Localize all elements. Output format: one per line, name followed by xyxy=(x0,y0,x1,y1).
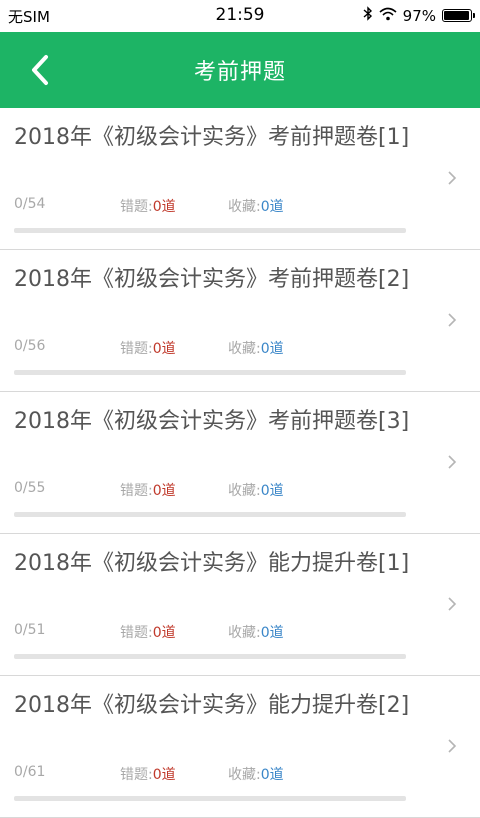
list-item[interactable]: 2018年《初级会计实务》考前押题卷[1] 0/54 错题:0道 收藏:0道 xyxy=(0,108,480,250)
exam-meta: 0/61 错题:0道 收藏:0道 xyxy=(14,764,284,784)
favorite-value: 0道 xyxy=(260,625,284,641)
chevron-right-icon xyxy=(448,597,457,611)
exam-meta: 0/51 错题:0道 收藏:0道 xyxy=(14,622,284,642)
wrong-value: 0道 xyxy=(152,767,176,783)
progress-bar xyxy=(14,370,406,375)
chevron-right-icon xyxy=(448,455,457,469)
exam-title: 2018年《初级会计实务》考前押题卷[2] xyxy=(14,267,410,292)
favorite-count: 收藏:0道 xyxy=(228,196,284,216)
wrong-value: 0道 xyxy=(152,199,176,215)
favorite-label: 收藏: xyxy=(228,767,261,783)
battery-icon xyxy=(442,9,475,22)
exam-title: 2018年《初级会计实务》能力提升卷[2] xyxy=(14,693,410,718)
exam-meta: 0/54 错题:0道 收藏:0道 xyxy=(14,196,284,216)
wrong-count: 错题:0道 xyxy=(120,480,228,500)
exam-title: 2018年《初级会计实务》考前押题卷[1] xyxy=(14,125,410,150)
progress-bar xyxy=(14,228,406,233)
chevron-right-icon xyxy=(448,313,457,327)
chevron-right-icon xyxy=(448,739,457,753)
exam-meta: 0/56 错题:0道 收藏:0道 xyxy=(14,338,284,358)
favorite-value: 0道 xyxy=(260,483,284,499)
progress-bar xyxy=(14,796,406,801)
wrong-label: 错题: xyxy=(120,767,153,783)
favorite-count: 收藏:0道 xyxy=(228,338,284,358)
progress-count: 0/61 xyxy=(14,764,46,780)
progress-bar xyxy=(14,512,406,517)
exam-title: 2018年《初级会计实务》能力提升卷[1] xyxy=(14,551,410,576)
wrong-label: 错题: xyxy=(120,483,153,499)
wrong-label: 错题: xyxy=(120,625,153,641)
progress-count: 0/51 xyxy=(14,622,46,638)
list-item[interactable]: 2018年《初级会计实务》能力提升卷[2] 0/61 错题:0道 收藏:0道 xyxy=(0,676,480,818)
battery-percent: 97% xyxy=(402,6,436,25)
wrong-count: 错题:0道 xyxy=(120,196,228,216)
wrong-count: 错题:0道 xyxy=(120,338,228,358)
page-title: 考前押题 xyxy=(193,60,286,85)
wrong-value: 0道 xyxy=(152,483,176,499)
wifi-icon xyxy=(379,7,397,25)
exam-title: 2018年《初级会计实务》考前押题卷[3] xyxy=(14,409,410,434)
favorite-label: 收藏: xyxy=(228,625,261,641)
progress-bar xyxy=(14,654,406,659)
favorite-label: 收藏: xyxy=(228,341,261,357)
status-icons: 97% xyxy=(363,6,475,25)
wrong-value: 0道 xyxy=(152,625,176,641)
favorite-label: 收藏: xyxy=(228,483,261,499)
wrong-label: 错题: xyxy=(120,341,153,357)
list-item[interactable]: 2018年《初级会计实务》能力提升卷[1] 0/51 错题:0道 收藏:0道 xyxy=(0,534,480,676)
favorite-value: 0道 xyxy=(260,341,284,357)
list-item[interactable]: 2018年《初级会计实务》考前押题卷[2] 0/56 错题:0道 收藏:0道 xyxy=(0,250,480,392)
wrong-count: 错题:0道 xyxy=(120,622,228,642)
header-bar: 考前押题 xyxy=(0,32,480,108)
status-bar: 无SIM 21:59 97% xyxy=(0,0,480,32)
exam-meta: 0/55 错题:0道 收藏:0道 xyxy=(14,480,284,500)
favorite-count: 收藏:0道 xyxy=(228,480,284,500)
favorite-count: 收藏:0道 xyxy=(228,622,284,642)
favorite-value: 0道 xyxy=(260,199,284,215)
exam-list: 2018年《初级会计实务》考前押题卷[1] 0/54 错题:0道 收藏:0道 2… xyxy=(0,108,480,818)
favorite-label: 收藏: xyxy=(228,199,261,215)
wrong-count: 错题:0道 xyxy=(120,764,228,784)
bluetooth-icon xyxy=(363,6,373,25)
chevron-right-icon xyxy=(448,171,457,185)
wrong-label: 错题: xyxy=(120,199,153,215)
wrong-value: 0道 xyxy=(152,341,176,357)
progress-count: 0/55 xyxy=(14,480,46,496)
progress-count: 0/56 xyxy=(14,338,46,354)
favorite-count: 收藏:0道 xyxy=(228,764,284,784)
progress-count: 0/54 xyxy=(14,196,46,212)
favorite-value: 0道 xyxy=(260,767,284,783)
list-item[interactable]: 2018年《初级会计实务》考前押题卷[3] 0/55 错题:0道 收藏:0道 xyxy=(0,392,480,534)
